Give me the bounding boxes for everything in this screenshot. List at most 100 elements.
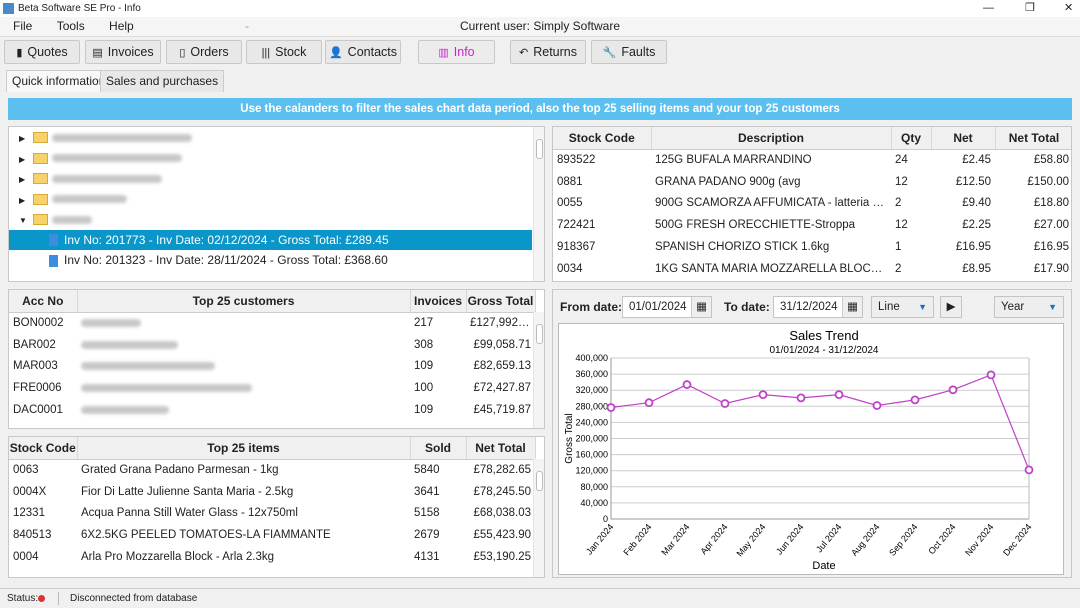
table-cell: £45,719.87 [473, 404, 531, 417]
invoice-node[interactable]: Inv No: 201323 - Inv Date: 28/11/2024 - … [9, 250, 544, 271]
toolbar-faults-button[interactable]: 🔧 Faults [591, 40, 667, 64]
table-row[interactable]: DAC0001 109 £45,719.87 [9, 399, 535, 421]
scrollbar[interactable] [533, 459, 544, 577]
toolbar-invoices-button[interactable]: ▤ Invoices [85, 40, 161, 64]
button-label: Invoices [107, 45, 154, 59]
data-point [796, 393, 806, 403]
table-row[interactable]: 840513 6X2.5KG PEELED TOMATOES-LA FIAMMAN… [9, 524, 535, 546]
table-row[interactable]: BAR002 308 £99,058.71 [9, 334, 535, 356]
status-message: Disconnected from database [70, 593, 198, 604]
column-header[interactable]: Invoices [410, 290, 467, 313]
to-date-label: To date: [724, 300, 770, 314]
table-cell: 125G BUFALA MARRANDINO [655, 154, 812, 167]
status-indicator-icon [38, 595, 45, 602]
column-header[interactable]: Stock Code [9, 437, 78, 460]
expand-arrow-icon[interactable]: ▶ [19, 129, 33, 150]
toolbar-quotes-button[interactable]: ▮ Quotes [4, 40, 80, 64]
minimize-button[interactable]: — [983, 0, 994, 17]
column-header[interactable]: Stock Code [553, 127, 652, 150]
table-cell [77, 356, 410, 378]
table-cell: 1KG SANTA MARIA MOZZARELLA BLOCK - latte… [655, 262, 891, 275]
expand-arrow-icon[interactable]: ▶ [19, 150, 33, 171]
table-cell: 109 [414, 360, 434, 373]
play-icon: ▶ [946, 301, 956, 313]
table-row[interactable]: 0881 GRANA PADANO 900g (avg 12 £12.50 £150.… [553, 171, 1071, 193]
column-header[interactable]: Top 25 customers [77, 290, 411, 313]
blurred-name [52, 174, 162, 183]
y-tick-label: 360,000 [575, 369, 608, 379]
to-date-picker[interactable]: 31/12/2024 ▦ [773, 296, 863, 318]
column-header[interactable]: Gross Total [466, 290, 536, 313]
tree-node[interactable]: ▶ [9, 189, 544, 210]
column-header[interactable]: Net Total [466, 437, 536, 460]
folder-icon [33, 193, 48, 205]
table-cell: £9.40 [962, 197, 991, 210]
from-date-label: From date: [560, 300, 623, 314]
tab-sales-and-purchases[interactable]: Sales and purchases [100, 70, 225, 92]
column-header[interactable]: Top 25 items [77, 437, 411, 460]
toolbar-orders-button[interactable]: ▯ Orders [166, 40, 242, 64]
customer-invoice-tree[interactable]: ▶ ▶ ▶ ▶ ▼ Inv No: 201773 - Inv Date: 02/… [8, 126, 545, 282]
tree-node[interactable]: ▶ [9, 127, 544, 148]
scrollbar[interactable] [533, 127, 544, 281]
column-header[interactable]: Net [931, 127, 996, 150]
data-point [606, 403, 616, 412]
button-label: Info [453, 45, 475, 59]
expand-arrow-icon[interactable]: ▶ [19, 191, 33, 212]
tree-node[interactable]: ▶ [9, 148, 544, 169]
table-row[interactable]: 12331 Acqua Panna Still Water Glass - 12x… [9, 503, 535, 525]
table-cell [77, 312, 410, 334]
chart-type-select[interactable]: Line ▼ [871, 296, 934, 318]
maximize-button[interactable]: ❐ [1025, 0, 1035, 17]
table-cell: 918367 [557, 241, 596, 254]
toolbar-returns-button[interactable]: ↶ Returns [510, 40, 586, 64]
tree-node[interactable]: ▶ [9, 168, 544, 189]
sales-trend-chart: Sales Trend01/01/2024 - 31/12/2024040,00… [558, 323, 1064, 575]
calendar-icon[interactable]: ▦ [842, 297, 862, 317]
menu-help[interactable]: Help [109, 19, 134, 33]
table-row[interactable]: 893522 125G BUFALA MARRANDINO 24 £2.45 £58.8… [553, 149, 1071, 171]
tree-node[interactable]: ▼ [9, 209, 544, 230]
period-select[interactable]: Year ▼ [994, 296, 1064, 318]
menu-file[interactable]: File [13, 19, 32, 33]
toolbar-info-button[interactable]: ▥ Info [418, 40, 495, 64]
close-button[interactable]: ✕ [1064, 0, 1073, 17]
expand-arrow-icon[interactable]: ▶ [19, 170, 33, 191]
table-row[interactable]: 0004 Arla Pro Mozzarella Block - Arla 2.3… [9, 546, 535, 568]
play-button[interactable]: ▶ [940, 296, 962, 318]
table-cell: 0004 [13, 551, 39, 564]
table-row[interactable]: FRE0006 100 £72,427.87 [9, 377, 535, 399]
invoice-node-selected[interactable]: Inv No: 201773 - Inv Date: 02/12/2024 - … [9, 229, 532, 250]
column-header[interactable]: Net Total [995, 127, 1071, 150]
file-outline-icon: ▯ [179, 47, 186, 59]
toolbar-stock-button[interactable]: ||| Stock [246, 40, 322, 64]
table-row[interactable]: 722421 500G FRESH ORECCHIETTE-Stroppa 12 £2… [553, 214, 1071, 236]
table-row[interactable]: 0034 1KG SANTA MARIA MOZZARELLA BLOCK - l… [553, 258, 1071, 280]
data-point [948, 385, 958, 395]
table-row[interactable]: 0063 Grated Grana Padano Parmesan - 1kg 58… [9, 459, 535, 481]
scrollbar[interactable] [533, 312, 544, 428]
table-cell: 0055 [557, 197, 583, 210]
table-row[interactable]: 0055 900G SCAMORZA AFFUMICATA - latteria … [553, 193, 1071, 215]
calendar-icon[interactable]: ▦ [691, 297, 711, 317]
column-header[interactable]: Sold [410, 437, 467, 460]
table-cell: £18.80 [1033, 197, 1069, 210]
menu-tools[interactable]: Tools [57, 19, 85, 33]
table-row[interactable]: MAR003 109 £82,659.13 [9, 356, 535, 378]
column-header[interactable]: Acc No [9, 290, 78, 313]
table-cell: Acqua Panna Still Water Glass - 12x750ml [81, 507, 298, 520]
button-label: Quotes [27, 45, 68, 59]
tab-quick-information[interactable]: Quick information [6, 70, 112, 92]
column-header[interactable]: Description [651, 127, 892, 150]
table-row[interactable]: 0004X Fior Di Latte Julienne Santa Maria … [9, 481, 535, 503]
from-date-picker[interactable]: 01/01/2024 ▦ [622, 296, 712, 318]
table-cell: £2.45 [962, 154, 991, 167]
column-header[interactable]: Qty [891, 127, 932, 150]
table-row[interactable]: BON0002 217 £127,992.02 [9, 312, 535, 334]
table-cell: £150.00 [1027, 175, 1069, 188]
chart-subtitle: 01/01/2024 - 31/12/2024 [770, 345, 879, 356]
y-tick-label: 80,000 [580, 482, 608, 492]
table-row[interactable]: 918367 SPANISH CHORIZO STICK 1.6kg 1 £16.95… [553, 236, 1071, 258]
toolbar-contacts-button[interactable]: 👤 Contacts [325, 40, 401, 64]
collapse-arrow-icon[interactable]: ▼ [19, 211, 33, 232]
